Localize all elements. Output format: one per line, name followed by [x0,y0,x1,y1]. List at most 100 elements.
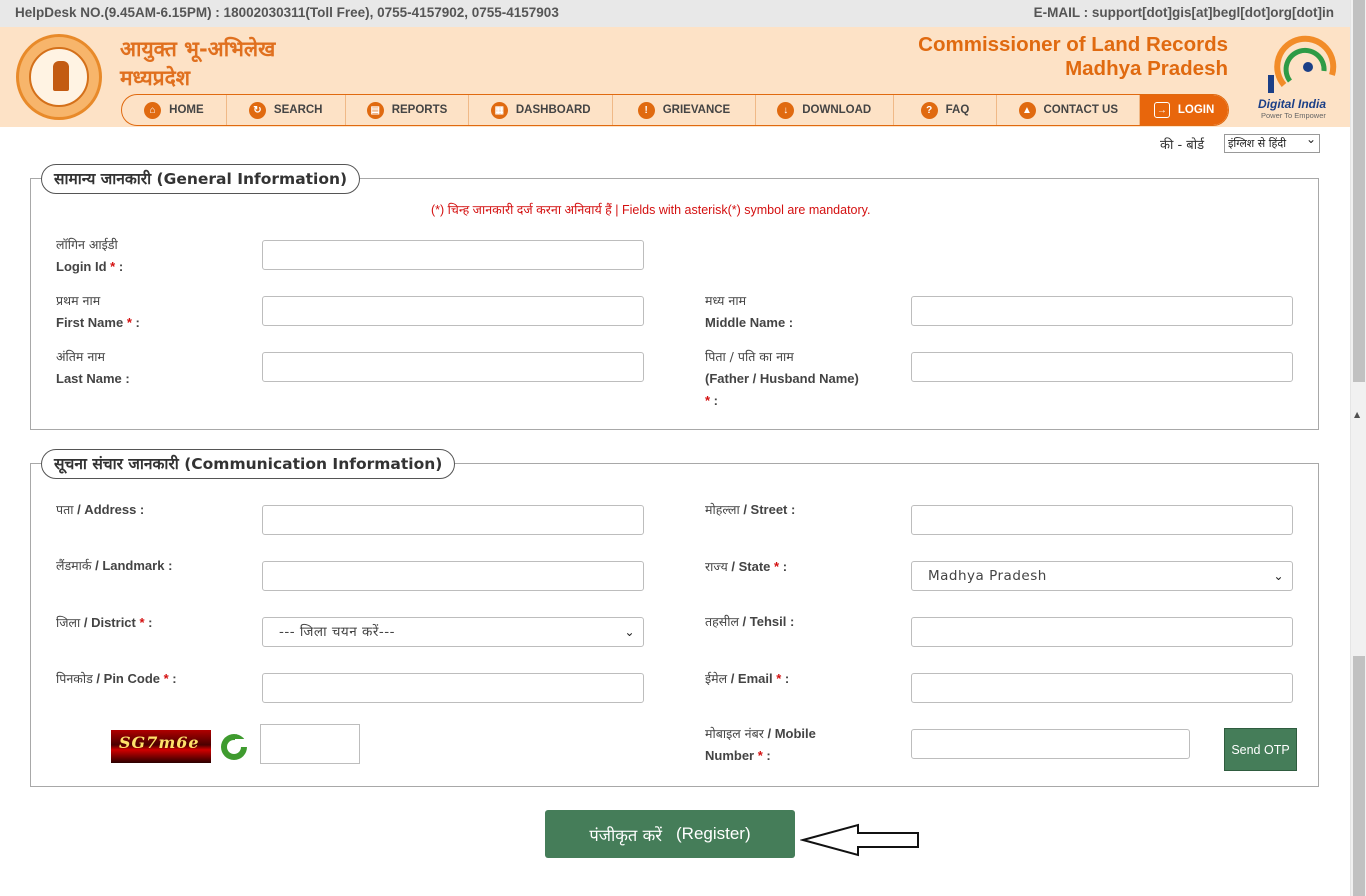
state-label-english: / State [727,559,775,574]
middle-name-input[interactable] [911,296,1293,326]
address-label-english: / Address : [73,502,145,517]
state-selected-value: Madhya Pradesh [928,568,1047,584]
middle-name-label: मध्य नाम Middle Name : [705,290,793,334]
landmark-input[interactable] [262,561,644,591]
nav-item-contact-us[interactable]: ▲ CONTACT US [997,95,1141,125]
street-label-hindi: मोहल्ला [705,502,740,517]
district-label-hindi: जिला [56,615,81,630]
pincode-input[interactable] [262,673,644,703]
father-husband-name-label: पिता / पति का नाम (Father / Husband Name… [705,346,859,412]
chevron-down-icon: ⌄ [1273,569,1284,583]
page-scrollbar[interactable]: ▲ [1350,0,1366,896]
nav-item-label: DOWNLOAD [802,104,872,116]
main-navigation: ⌂ HOME ↻ SEARCH ▤ REPORTS ▦ DASHBOARD! GRIEVANCE… [121,94,1229,126]
captcha-image: SG7m6e [111,730,211,763]
mobile-label: मोबाइल नंबर / Mobile Number * : [705,726,816,763]
scrollbar-track-lower [1353,656,1365,896]
login-id-label-english: Login Id [56,259,107,274]
street-input[interactable] [911,505,1293,535]
street-label-english: / Street : [739,502,796,517]
address-input[interactable] [262,505,644,535]
tehsil-label-hindi: तहसील [705,614,739,629]
landmark-label: लैंडमार्क / Landmark : [56,555,172,577]
search-icon: ↻ [248,101,266,119]
first-name-input[interactable] [262,296,644,326]
mp-emblem-logo [16,34,102,120]
home-icon: ⌂ [144,101,162,119]
hindi-title-line2: मध्यप्रदेश [120,66,191,90]
nav-item-grievance[interactable]: ! GRIEVANCE [613,95,756,125]
send-otp-button[interactable]: Send OTP [1224,728,1297,771]
digital-india-logo: Digital India Power To Empower [1254,35,1346,125]
nav-item-label: GRIEVANCE [662,104,731,116]
email-input[interactable] [911,673,1293,703]
reports-icon: ▤ [366,101,384,119]
email-label-english: / Email [727,671,777,686]
keyboard-label: की - बोर्ड [1160,138,1205,153]
nav-item-dashboard[interactable]: ▦ DASHBOARD [469,95,614,125]
register-button[interactable]: पंजीकृत करें (Register) [545,810,795,858]
district-select[interactable]: --- जिला चयन करें--- ⌄ [262,617,644,647]
last-name-label-english: Last Name : [56,371,130,386]
email-label-hindi: ईमेल [705,671,728,686]
captcha-text: SG7m6e [119,733,200,752]
tehsil-input[interactable] [911,617,1293,647]
street-label: मोहल्ला / Street : [705,499,795,521]
hindi-title-line1: आयुक्त भू-अभिलेख [120,37,276,61]
pincode-label: पिनकोड / Pin Code * : [56,671,177,686]
nav-item-label: DASHBOARD [515,104,591,116]
nav-item-label: FAQ [945,104,970,116]
support-email: E-MAIL : support[dot]gis[at]begl[dot]org… [1033,5,1334,20]
digital-india-text: Digital India [1258,97,1327,111]
district-selected-value: --- जिला चयन करें--- [279,624,396,640]
father-husband-name-input[interactable] [911,352,1293,382]
mobile-label-english-line2: Number [705,748,758,763]
hindi-site-title: आयुक्त भू-अभिलेख मध्यप्रदेश [120,35,275,93]
login-id-label-hindi: लॉगिन आईडी [56,237,118,252]
mandatory-note: (*) चिन्ह जानकारी दर्ज करना अनिवार्य हैं… [431,203,871,217]
scroll-up-arrow-icon[interactable]: ▲ [1354,410,1360,419]
state-label-hindi: राज्य [705,559,728,574]
nav-item-faq[interactable]: ? FAQ [894,95,998,125]
captcha-input[interactable] [260,724,360,764]
first-name-label: प्रथम नाम First Name * : [56,290,140,334]
tehsil-label: तहसील / Tehsil : [705,611,794,633]
refresh-captcha-icon[interactable] [216,730,252,763]
nav-item-label: LOGIN [1177,104,1215,116]
scrollbar-thumb[interactable] [1353,0,1365,382]
email-label: ईमेल / Email * : [705,671,790,686]
first-name-label-english: First Name [56,315,124,330]
mobile-input[interactable] [911,729,1190,759]
landmark-label-english: / Landmark : [91,558,173,573]
address-label-hindi: पता [56,502,74,517]
mobile-label-hindi: मोबाइल नंबर [705,726,764,741]
nav-item-search[interactable]: ↻ SEARCH [227,95,346,125]
pointer-arrow-icon [800,823,919,857]
nav-item-label: SEARCH [273,104,323,116]
nav-item-download[interactable]: ↓ DOWNLOAD [756,95,894,125]
nav-item-label: HOME [169,104,204,116]
pincode-label-hindi: पिनकोड [56,671,93,686]
keyboard-language-select[interactable]: इंग्लिश से हिंदी [1224,131,1320,153]
login-id-label: लॉगिन आईडी Login Id * : [56,234,123,278]
address-label: पता / Address : [56,499,144,521]
middle-name-label-english: Middle Name : [705,315,794,330]
last-name-input[interactable] [262,352,644,382]
register-label-english: (Register) [676,824,751,843]
nav-item-label: CONTACT US [1043,104,1119,116]
grievance-icon: ! [637,101,655,119]
state-select[interactable]: Madhya Pradesh ⌄ [911,561,1293,591]
nav-item-home[interactable]: ⌂ HOME [122,95,227,125]
login-id-input[interactable] [262,240,644,270]
nav-item-login[interactable]: → LOGIN [1140,95,1228,125]
father-name-label-english: (Father / Husband Name) [705,371,859,386]
general-info-legend: सामान्य जानकारी (General Information) [41,164,361,194]
english-title-line1: Commissioner of Land Records [918,33,1228,56]
chevron-down-icon: ⌄ [624,625,635,639]
first-name-label-hindi: प्रथम नाम [56,293,101,308]
nav-item-reports[interactable]: ▤ REPORTS [346,95,470,125]
last-name-label: अंतिम नाम Last Name : [56,346,130,390]
district-label: जिला / District * : [56,615,153,630]
communication-info-legend: सूचना संचार जानकारी (Communication Infor… [41,449,456,479]
faq-icon: ? [920,101,938,119]
